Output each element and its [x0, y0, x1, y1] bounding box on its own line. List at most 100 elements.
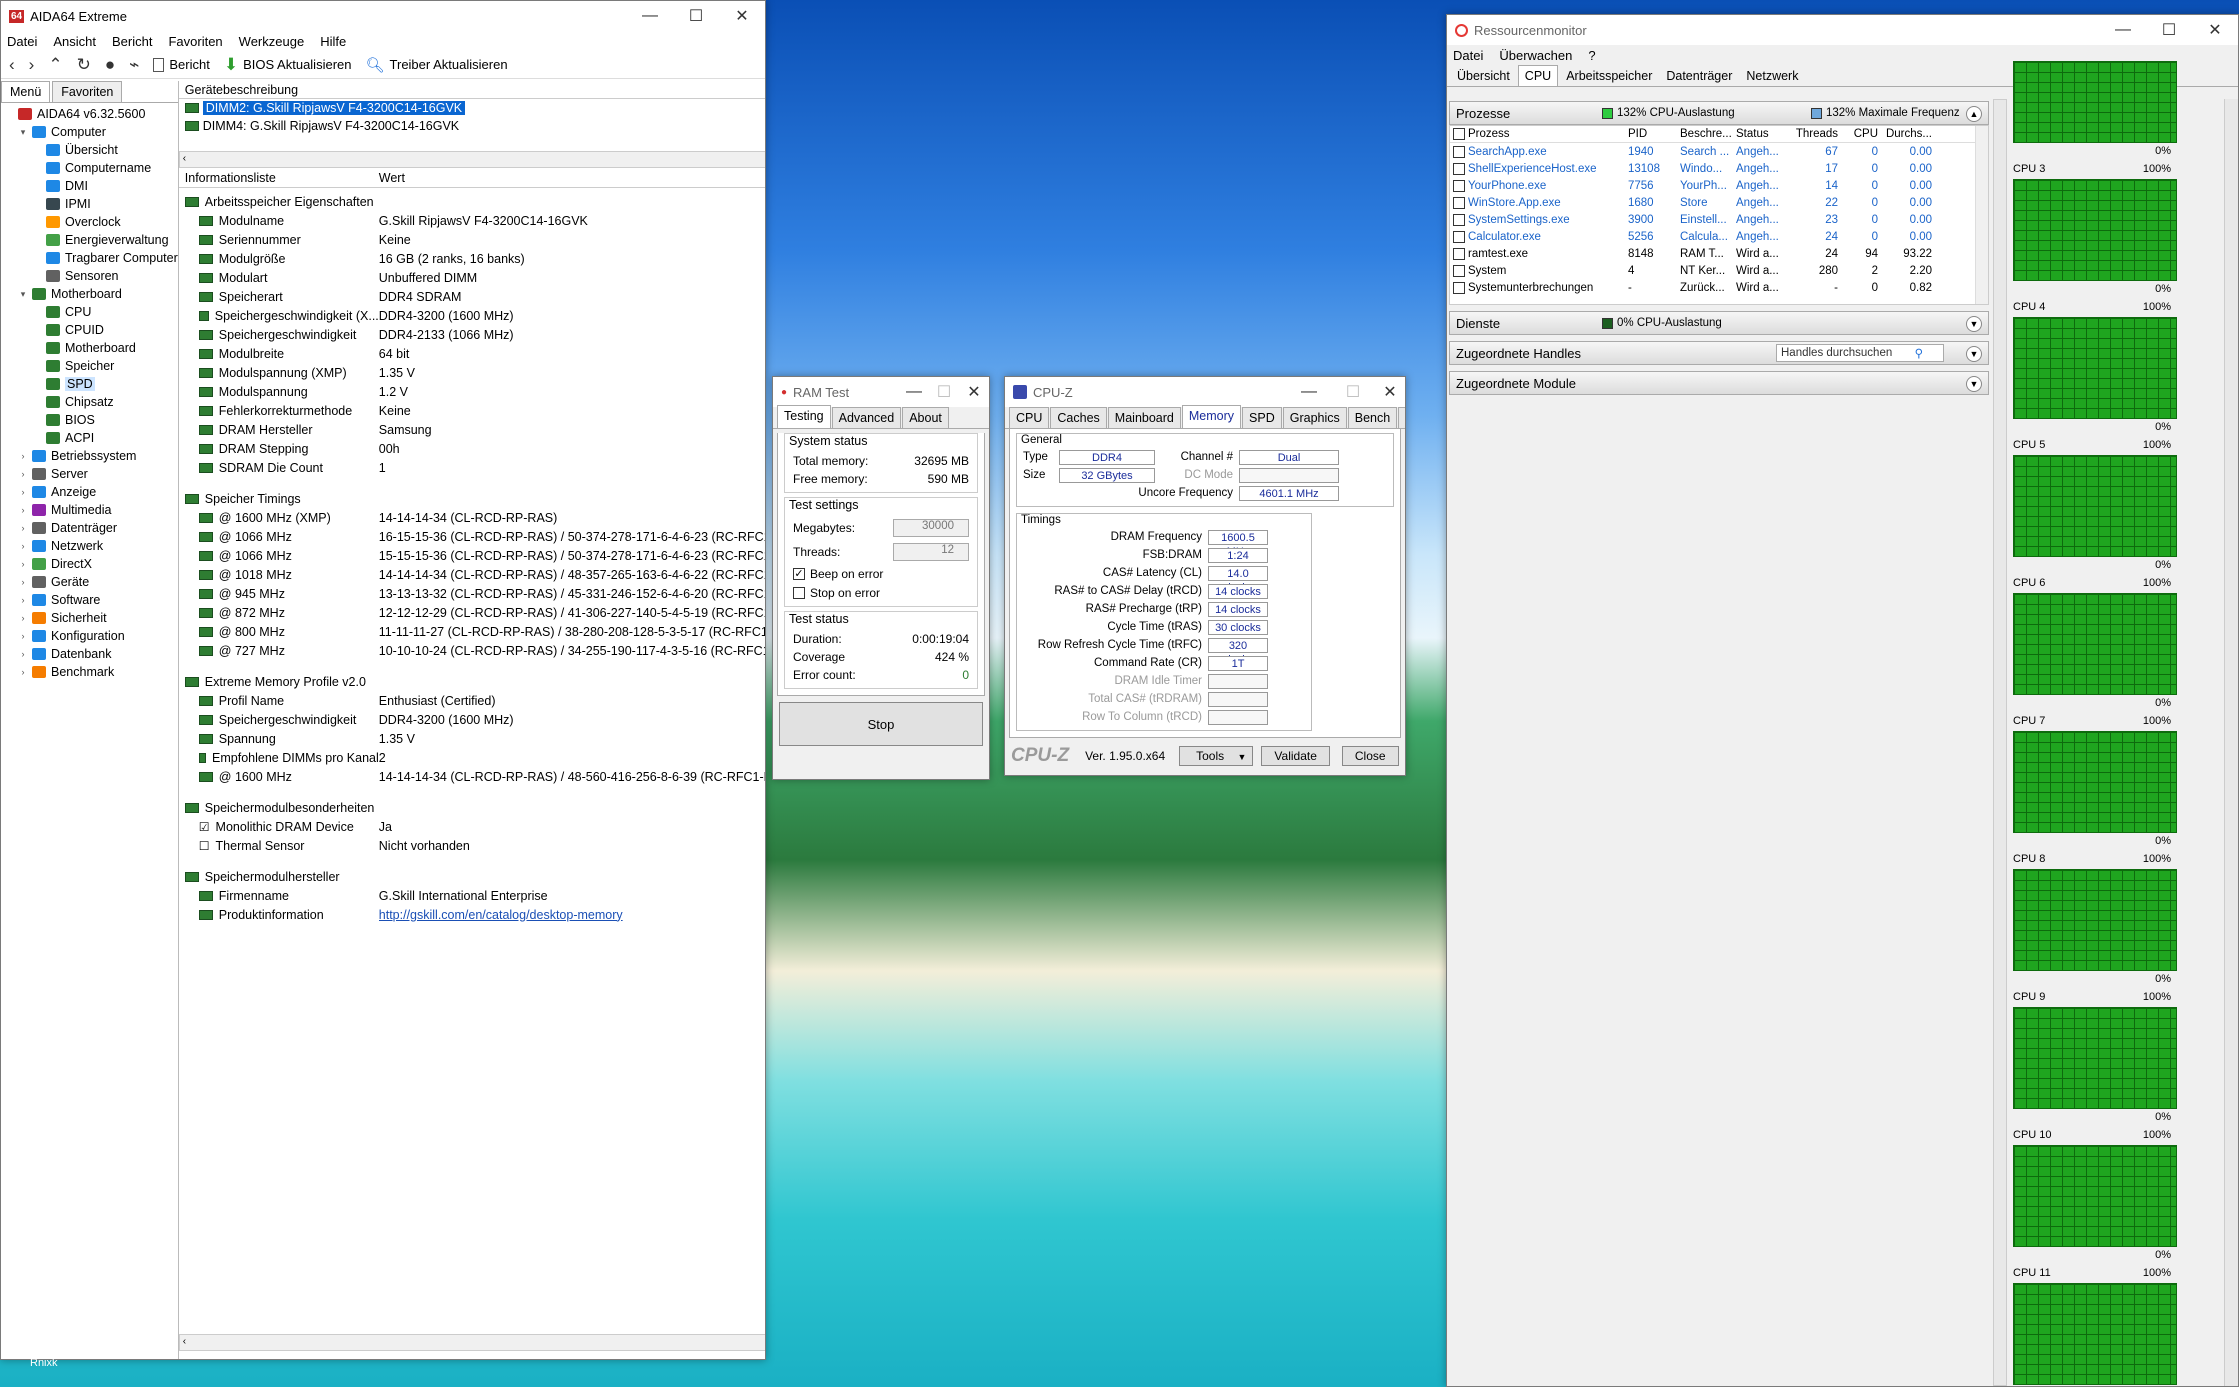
table-row[interactable]: Systemunterbrechungen - Zurück... Wird a...… [1450, 279, 1988, 296]
property-row[interactable]: SDRAM Die Count 1 [179, 458, 765, 477]
resmon-tab-3[interactable]: Datenträger [1660, 66, 1738, 86]
tree-item[interactable]: › Datenträger [1, 519, 178, 537]
col-value[interactable]: Wert [379, 171, 405, 185]
user-icon[interactable]: ● [105, 55, 115, 75]
resmon-tab-4[interactable]: Netzwerk [1740, 66, 1804, 86]
tree-item[interactable]: › Netzwerk [1, 537, 178, 555]
expand-arrow-icon[interactable]: › [17, 541, 29, 551]
property-row[interactable]: Modulart Unbuffered DIMM [179, 268, 765, 287]
table-row[interactable]: YourPhone.exe 7756 YourPh... Angeh... 14 0 0.0… [1450, 177, 1988, 194]
handles-section-header[interactable]: Zugeordnete Handles Handles durchsuchen ⚲… [1449, 341, 1989, 365]
process-checkbox[interactable] [1453, 264, 1465, 277]
tree-item[interactable]: Speicher [1, 357, 178, 375]
property-row[interactable]: Spannung 1.35 V [179, 729, 765, 748]
process-checkbox[interactable] [1453, 281, 1465, 294]
tree-item[interactable]: › Konfiguration [1, 627, 178, 645]
property-row[interactable]: Speichergeschwindigkeit DDR4-2133 (1066 M… [179, 325, 765, 344]
expand-arrow-icon[interactable]: › [17, 631, 29, 641]
dimm-item[interactable]: DIMM2: G.Skill RipjawsV F4-3200C14-16GVK [179, 99, 765, 117]
table-row[interactable]: ramtest.exe 8148 RAM T... Wird a... 24 94 93.2… [1450, 245, 1988, 262]
tree-item[interactable]: IPMI [1, 195, 178, 213]
menu-item-4[interactable]: Werkzeuge [239, 34, 305, 49]
cpuz-minimize-button[interactable]: — [1287, 377, 1331, 407]
maximize-button[interactable]: ☐ [673, 1, 719, 31]
expand-arrow-icon[interactable]: › [17, 613, 29, 623]
process-table-scrollbar[interactable] [1975, 126, 1988, 304]
process-checkbox[interactable] [1453, 179, 1465, 192]
property-row[interactable]: DRAM Stepping 00h [179, 439, 765, 458]
forward-icon[interactable]: › [29, 55, 35, 75]
expand-arrow-icon[interactable]: › [17, 577, 29, 587]
property-row[interactable]: @ 945 MHz 13-13-13-32 (CL-RCD-RP-RAS) / 4… [179, 584, 765, 603]
expand-chevron-icon[interactable]: ▼ [1966, 376, 1982, 392]
tree-item[interactable]: › Datenbank [1, 645, 178, 663]
resmon-maximize-button[interactable]: ☐ [2146, 15, 2192, 45]
tree-item[interactable]: Sensoren [1, 267, 178, 285]
tree-item[interactable]: ▾ Computer [1, 123, 178, 141]
tab-advanced[interactable]: Advanced [831, 407, 902, 428]
cpuz-close-button[interactable]: ✕ [1375, 377, 1405, 407]
tab-menu[interactable]: Menü [1, 81, 51, 102]
process-col-header[interactable]: CPU [1838, 128, 1878, 140]
property-row[interactable]: @ 872 MHz 12-12-12-29 (CL-RCD-RP-RAS) / 4… [179, 603, 765, 622]
cpu-graphs-scrollbar[interactable] [2224, 99, 2238, 1386]
cpuz-tab-7[interactable]: About [1398, 407, 1405, 428]
property-row[interactable]: Speichergeschwindigkeit DDR4-3200 (1600 M… [179, 710, 765, 729]
property-row[interactable]: Produktinformation http://gskill.com/en/c… [179, 905, 765, 924]
tree-item[interactable]: BIOS [1, 411, 178, 429]
minimize-button[interactable]: — [627, 1, 673, 31]
expand-chevron-icon[interactable]: ▼ [1966, 346, 1982, 362]
menu-item-3[interactable]: Favoriten [168, 34, 222, 49]
property-row[interactable]: Modulspannung (XMP) 1.35 V [179, 363, 765, 382]
tree-item[interactable]: › Server [1, 465, 178, 483]
property-row[interactable]: Modulbreite 64 bit [179, 344, 765, 363]
expand-arrow-icon[interactable]: ▾ [17, 289, 29, 300]
property-row[interactable]: @ 1066 MHz 16-15-15-36 (CL-RCD-RP-RAS) / … [179, 527, 765, 546]
cpuz-tab-0[interactable]: CPU [1009, 407, 1050, 428]
process-col-header[interactable]: Beschre... [1680, 128, 1736, 140]
process-checkbox[interactable] [1453, 145, 1465, 158]
property-row[interactable]: @ 727 MHz 10-10-10-24 (CL-RCD-RP-RAS) / 3… [179, 641, 765, 660]
table-row[interactable]: Calculator.exe 5256 Calcula... Angeh... 24 0 0… [1450, 228, 1988, 245]
tree-item[interactable]: › Benchmark [1, 663, 178, 681]
tree-item[interactable]: CPU [1, 303, 178, 321]
ramtest-maximize-button[interactable]: ☐ [929, 377, 959, 407]
resmon-menu-item-1[interactable]: Überwachen [1499, 48, 1572, 63]
ramtest-close-button[interactable]: ✕ [959, 377, 989, 407]
horizontal-scrollbar[interactable]: ‹› [178, 151, 765, 168]
menu-item-1[interactable]: Ansicht [53, 34, 96, 49]
bottom-horizontal-scrollbar[interactable]: ‹› [178, 1334, 765, 1351]
expand-chevron-icon[interactable]: ▼ [1966, 316, 1982, 332]
table-row[interactable]: System 4 NT Ker... Wird a... 280 2 2.20 [1450, 262, 1988, 279]
tree-item[interactable]: Übersicht [1, 141, 178, 159]
property-row[interactable]: @ 1600 MHz 14-14-14-34 (CL-RCD-RP-RAS) / … [179, 767, 765, 786]
process-checkbox[interactable] [1453, 230, 1465, 243]
property-row[interactable]: ☐ Thermal Sensor Nicht vorhanden [179, 836, 765, 855]
cpuz-maximize-button[interactable]: ☐ [1331, 377, 1375, 407]
handles-search-input[interactable]: Handles durchsuchen ⚲ [1776, 344, 1944, 362]
tree-item[interactable]: Chipsatz [1, 393, 178, 411]
modules-section-header[interactable]: Zugeordnete Module ▼ [1449, 371, 1989, 395]
bios-update-button[interactable]: ⬇ BIOS Aktualisieren [224, 55, 352, 75]
cpuz-tab-2[interactable]: Mainboard [1107, 407, 1181, 428]
expand-arrow-icon[interactable]: › [17, 487, 29, 497]
process-checkbox[interactable] [1453, 162, 1465, 175]
expand-arrow-icon[interactable]: › [17, 595, 29, 605]
table-row[interactable]: WinStore.App.exe 1680 Store Angeh... 22 0 0.00 [1450, 194, 1988, 211]
expand-arrow-icon[interactable]: › [17, 469, 29, 479]
process-checkbox[interactable] [1453, 213, 1465, 226]
ramtest-minimize-button[interactable]: — [899, 377, 929, 407]
property-row[interactable]: @ 1018 MHz 14-14-14-34 (CL-RCD-RP-RAS) / … [179, 565, 765, 584]
process-col-header[interactable]: Prozess [1468, 128, 1628, 140]
tree-item[interactable]: › Sicherheit [1, 609, 178, 627]
table-row[interactable]: SearchApp.exe 1940 Search ... Angeh... 67 0 0.… [1450, 143, 1988, 160]
close-dialog-button[interactable]: Close [1341, 746, 1399, 766]
resmon-close-button[interactable]: ✕ [2192, 15, 2238, 45]
resmon-minimize-button[interactable]: — [2100, 15, 2146, 45]
property-row[interactable]: Firmenname G.Skill International Enterpri… [179, 886, 765, 905]
property-row[interactable]: ☑ Monolithic DRAM Device Ja [179, 817, 765, 836]
process-col-header[interactable]: Status [1736, 128, 1788, 140]
tree-item[interactable]: Energieverwaltung [1, 231, 178, 249]
tree-item[interactable]: DMI [1, 177, 178, 195]
megabytes-input[interactable]: 30000 [893, 519, 969, 537]
